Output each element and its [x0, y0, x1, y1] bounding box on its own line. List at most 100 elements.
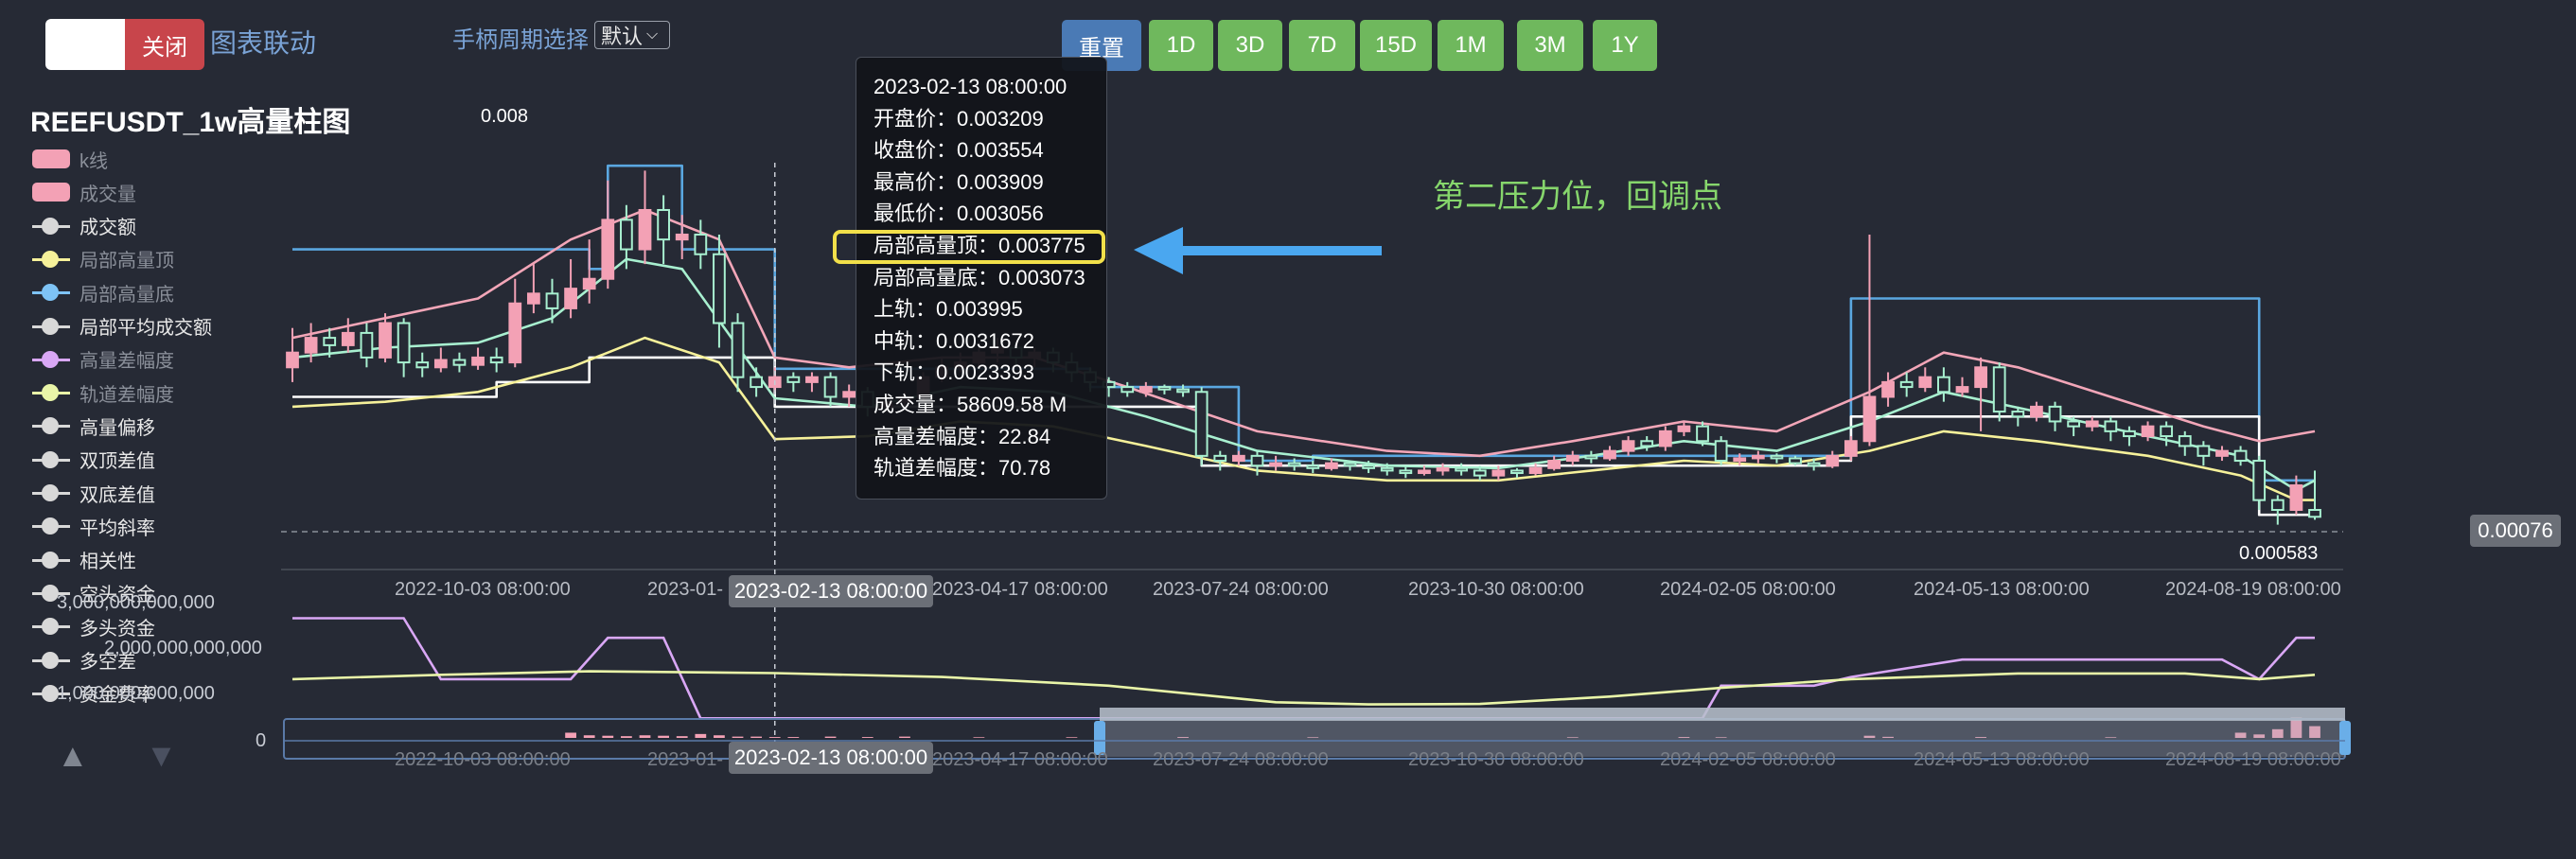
candle-body: [1974, 366, 1987, 389]
series-line-局部高量底: [292, 356, 2315, 517]
candle-body: [323, 337, 337, 346]
candle-body: [1955, 386, 1969, 394]
candle-body: [1640, 440, 1654, 447]
candle-body: [1844, 440, 1858, 457]
candle-body: [564, 288, 577, 309]
candle-body: [1176, 388, 1190, 394]
series-line-局部高量顶: [292, 164, 2315, 482]
candle-body: [397, 322, 411, 364]
x-tick-label: 2024-05-13 08:00:00: [1914, 749, 2090, 770]
candle-body: [1584, 454, 1598, 460]
tooltip-row: 成交量：58609.58 M: [873, 392, 1067, 416]
tooltip: 2023-02-13 08:00:00 开盘价：0.003209 收盘价：0.003…: [856, 57, 1107, 500]
x-tick-label: 2022-10-03 08:00:00: [395, 749, 571, 770]
candle-body: [433, 359, 448, 369]
x-tick-label: 2024-08-19 08:00:00: [2165, 749, 2341, 770]
candle-body: [2308, 509, 2321, 518]
candle-body: [2141, 425, 2155, 438]
chart-canvas[interactable]: [0, 0, 2576, 859]
candle-body: [2233, 449, 2248, 463]
volume-bar: [565, 732, 576, 738]
tooltip-row: 最高价：0.003909: [873, 169, 1044, 194]
candle-body: [1399, 469, 1413, 475]
candle-body: [2085, 420, 2099, 428]
candle-body: [1138, 386, 1153, 394]
legend-pager: ▲ ▼: [57, 738, 177, 775]
volume-bar: [621, 736, 632, 738]
x-tick-label: 2023-07-24 08:00:00: [1153, 749, 1329, 770]
candle-body: [1250, 454, 1264, 467]
lower-series-轨道差幅度: [291, 670, 2316, 706]
tooltip-row: 局部高量底：0.003073: [873, 265, 1085, 289]
candle-body: [694, 233, 708, 255]
candle-body: [1992, 366, 2006, 413]
tooltip-row: 最低价：0.003056: [873, 202, 1044, 226]
zoom-slider-top-bar: [1100, 708, 2345, 721]
candle-body: [1194, 391, 1209, 457]
candle-body: [2270, 499, 2285, 512]
volume-bar: [676, 736, 688, 738]
tooltip-highlight-box: [833, 230, 1105, 264]
volume-bar: [583, 735, 595, 738]
candle-body: [823, 376, 838, 398]
zoom-handle-right: [2339, 721, 2351, 755]
candle-body: [731, 322, 745, 378]
candle-body: [1325, 462, 1338, 469]
page-up-icon[interactable]: ▲: [57, 738, 89, 774]
candle-body: [1826, 454, 1840, 467]
candle-body: [713, 253, 726, 324]
page-down-icon[interactable]: ▼: [146, 738, 178, 774]
series-line-下轨: [291, 336, 2315, 501]
volume-bar: [861, 737, 873, 738]
candle-body: [842, 391, 856, 398]
volume-bar: [973, 737, 985, 738]
candle-body: [1287, 462, 1301, 467]
candle-body: [2289, 484, 2303, 512]
tooltip-row: 轨道差幅度：70.78: [873, 456, 1051, 481]
candle-body: [1306, 465, 1320, 469]
candle-body: [1862, 395, 1877, 443]
annotation-text: 第二压力位，回调点: [1433, 179, 1722, 215]
candle-body: [2197, 445, 2211, 457]
candle-body: [1658, 430, 1672, 447]
volume-bar: [714, 735, 725, 738]
candle-body: [1436, 466, 1450, 472]
candle-body: [2252, 460, 2267, 501]
candle-body: [545, 292, 559, 309]
tooltip-row: 高量差幅度：22.84: [873, 424, 1051, 448]
candle-body: [341, 331, 355, 346]
candle-body: [2178, 435, 2192, 447]
candle-body: [1677, 425, 1691, 432]
candle-body: [638, 208, 652, 251]
volume-bar: [1066, 737, 1078, 738]
x-tick-label: 2024-02-05 08:00:00: [1660, 579, 1836, 600]
x-tick-label: 2024-05-13 08:00:00: [1914, 579, 2090, 600]
candle-body: [379, 322, 392, 359]
series-line-中轨: [291, 257, 2316, 492]
candle-body: [2030, 405, 2043, 418]
candle-body: [2104, 420, 2118, 432]
candle-body: [2048, 405, 2062, 423]
candle-body: [508, 302, 522, 364]
y-tick-label: 0: [256, 730, 267, 751]
volume-bar: [899, 736, 910, 738]
candle-body: [786, 376, 801, 383]
candle-body: [657, 208, 670, 241]
candle-body: [1770, 454, 1784, 460]
x-tick-label: 2024-08-19 08:00:00: [2165, 579, 2341, 600]
axis-pointer-label-zoom: 2023-02-13 08:00:00: [729, 742, 933, 774]
min-value-label: 0.000583: [2239, 543, 2319, 564]
volume-bar: [732, 736, 744, 738]
tooltip-row: 下轨：0.0023393: [873, 360, 1034, 385]
candle-body: [526, 292, 540, 305]
x-tick-label: 2024-02-05 08:00:00: [1660, 749, 1836, 770]
candle-body: [620, 219, 633, 251]
x-tick-label: 2023-01-: [647, 579, 724, 600]
x-tick-label: 2023-01-: [647, 749, 724, 770]
candle-body: [2067, 420, 2081, 428]
candle-body: [1231, 454, 1245, 463]
candle-body: [1899, 380, 1914, 389]
candle-body: [805, 376, 819, 383]
x-tick-label: 2023-07-24 08:00:00: [1153, 579, 1329, 600]
y-tick-label: 2,000,000,000,000: [104, 638, 262, 658]
